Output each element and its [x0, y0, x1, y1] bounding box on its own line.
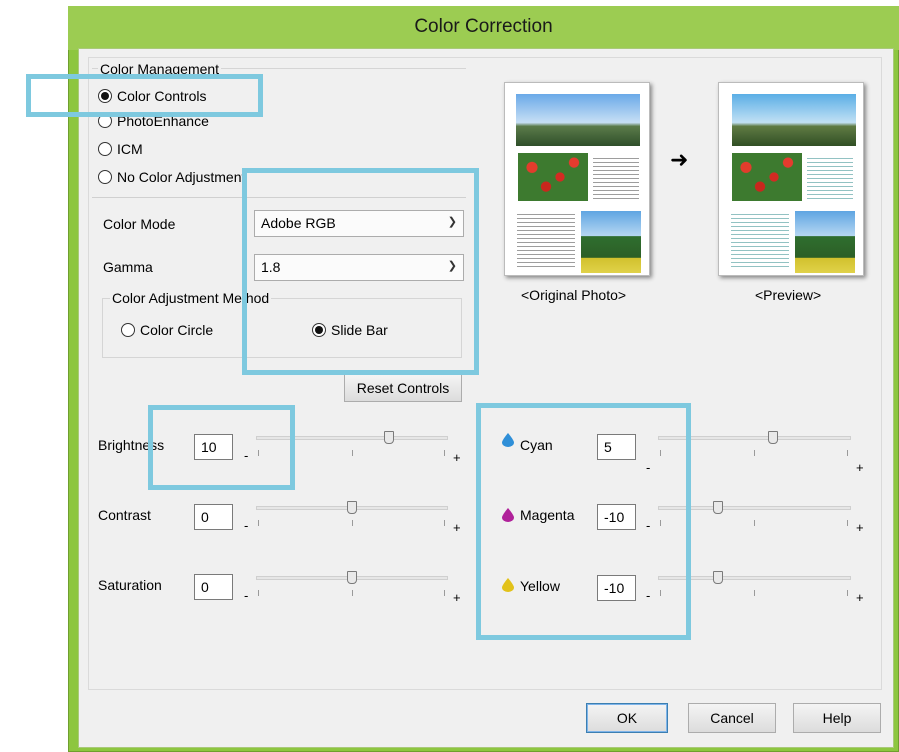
flowers-image	[518, 153, 588, 201]
arrow-right-icon: ➜	[670, 147, 689, 172]
original-photo-thumbnail	[504, 82, 650, 276]
saturation-input[interactable]: 0	[194, 574, 233, 600]
slider-tick	[444, 450, 445, 456]
highlight-box-color-controls	[26, 74, 263, 117]
help-button[interactable]: Help	[793, 703, 881, 733]
contrast-slider-thumb[interactable]	[347, 501, 357, 514]
contrast-input[interactable]: 0	[194, 504, 233, 530]
slider-tick	[847, 450, 848, 456]
text-block	[731, 211, 789, 269]
original-photo-label: <Original Photo>	[521, 287, 627, 303]
yellow-slider-thumb[interactable]	[713, 571, 723, 584]
color-mode-label: Color Mode	[103, 216, 176, 232]
radio-color-circle[interactable]	[121, 323, 135, 337]
cyan-slider-thumb[interactable]	[768, 431, 778, 444]
highlight-box-mode-gamma	[242, 168, 479, 375]
slider-tick	[444, 590, 445, 596]
preview-photo-thumbnail	[718, 82, 864, 276]
slider-tick	[352, 450, 353, 456]
brightness-slider-thumb[interactable]	[384, 431, 394, 444]
minus-label: -	[244, 588, 249, 603]
minus-label: -	[244, 518, 249, 533]
slider-tick	[754, 450, 755, 456]
radio-icm-label: ICM	[117, 141, 143, 157]
flowers-image	[732, 153, 802, 201]
plus-label: +	[453, 520, 461, 535]
radio-no-color-adjustment-label: No Color Adjustment	[117, 169, 246, 185]
slider-tick	[847, 590, 848, 596]
magenta-slider-thumb[interactable]	[713, 501, 723, 514]
slider-tick	[847, 520, 848, 526]
slider-tick	[258, 590, 259, 596]
landscape-image	[732, 94, 856, 146]
plus-label: +	[453, 450, 461, 465]
landscape-image	[516, 94, 640, 146]
slider-tick	[352, 590, 353, 596]
cancel-button[interactable]: Cancel	[688, 703, 776, 733]
gamma-label: Gamma	[103, 259, 153, 275]
slider-tick	[258, 520, 259, 526]
radio-icm[interactable]	[98, 142, 112, 156]
contrast-label: Contrast	[98, 507, 151, 523]
text-block	[807, 155, 853, 199]
reset-controls-button[interactable]: Reset Controls	[344, 374, 462, 402]
highlight-box-cmy	[476, 403, 691, 640]
slider-tick	[444, 520, 445, 526]
plus-label: +	[856, 590, 864, 605]
trees-image	[795, 211, 855, 273]
ok-button[interactable]: OK	[586, 703, 668, 733]
saturation-slider-thumb[interactable]	[347, 571, 357, 584]
radio-color-circle-label: Color Circle	[140, 322, 214, 338]
dialog-title: Color Correction	[414, 16, 553, 37]
saturation-label: Saturation	[98, 577, 162, 593]
slider-tick	[754, 520, 755, 526]
slider-tick	[352, 520, 353, 526]
highlight-box-brightness	[148, 405, 295, 490]
plus-label: +	[856, 520, 864, 535]
preview-label: <Preview>	[755, 287, 822, 303]
trees-image	[581, 211, 641, 273]
plus-label: +	[453, 590, 461, 605]
text-block	[593, 155, 639, 199]
radio-no-color-adjustment[interactable]	[98, 170, 112, 184]
text-block	[517, 211, 575, 269]
slider-tick	[754, 590, 755, 596]
plus-label: +	[856, 460, 864, 475]
